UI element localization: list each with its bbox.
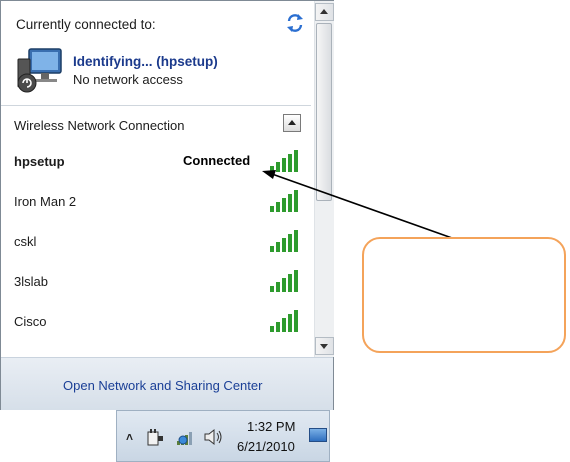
annotation-arrow [262,170,453,239]
annotation-callout-box [362,237,566,353]
